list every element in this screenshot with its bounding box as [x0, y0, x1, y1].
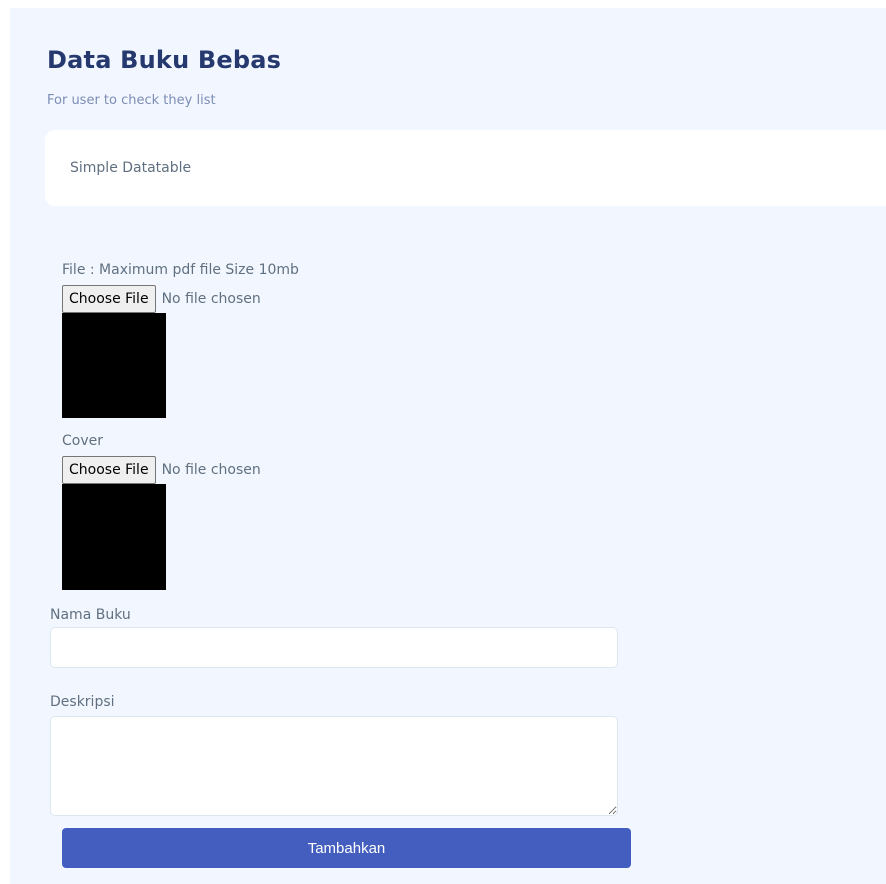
- cover-choose-button[interactable]: Choose File: [62, 456, 156, 484]
- file-preview: [62, 313, 166, 418]
- card-header: Simple Datatable: [45, 130, 886, 206]
- cover-input[interactable]: Choose File No file chosen: [62, 455, 261, 485]
- book-name-label: Nama Buku: [50, 607, 131, 623]
- file-status: No file chosen: [161, 291, 261, 307]
- file-input[interactable]: Choose File No file chosen: [62, 284, 261, 314]
- submit-button[interactable]: Tambahkan: [62, 828, 631, 868]
- file-label: File : Maximum pdf file Size 10mb: [62, 262, 299, 278]
- cover-label: Cover: [62, 433, 103, 449]
- book-name-input[interactable]: [50, 627, 618, 668]
- cover-status: No file chosen: [161, 462, 261, 478]
- cover-preview: [62, 484, 166, 590]
- description-textarea[interactable]: [50, 716, 618, 816]
- file-choose-button[interactable]: Choose File: [62, 285, 156, 313]
- page-title: Data Buku Bebas: [47, 46, 282, 74]
- description-label: Deskripsi: [50, 694, 115, 710]
- card-title: Simple Datatable: [70, 160, 192, 176]
- page-subtitle: For user to check they list: [47, 93, 216, 108]
